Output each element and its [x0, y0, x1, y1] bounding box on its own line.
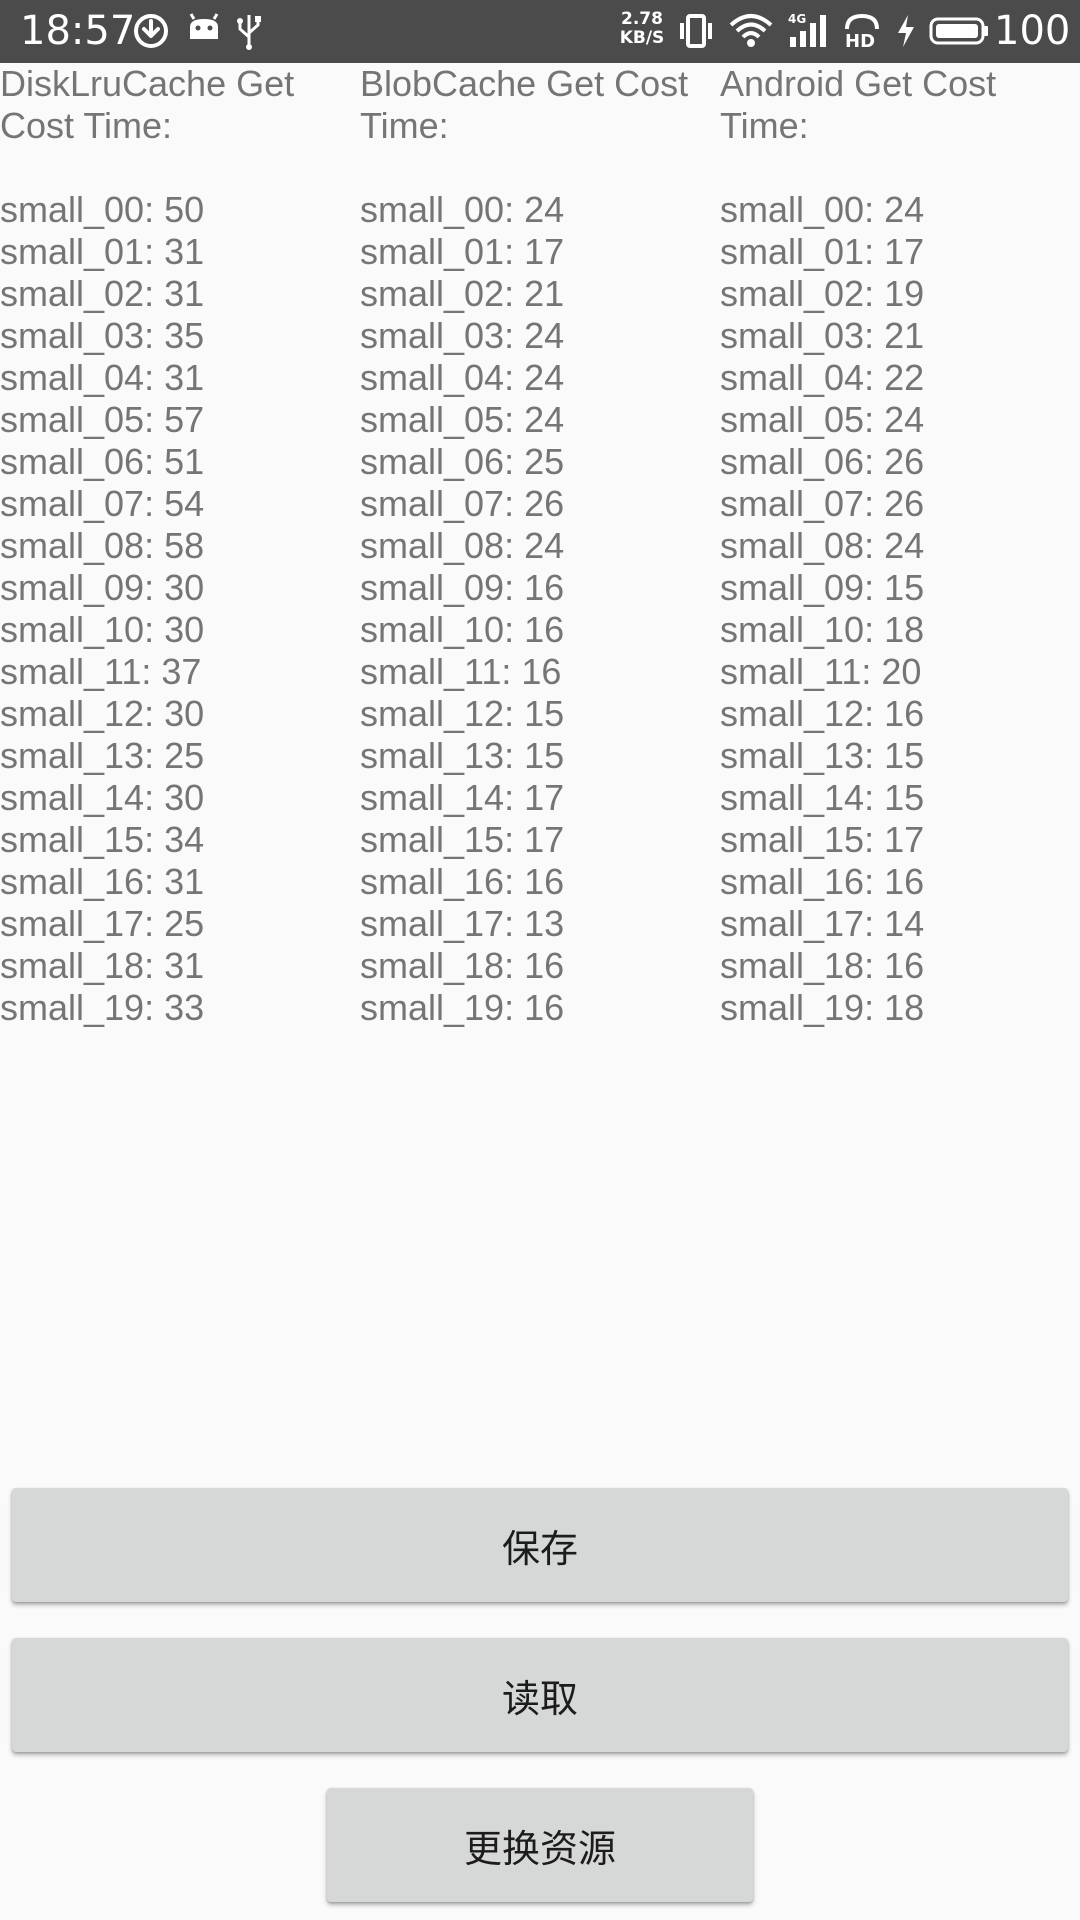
list-item: small_13: 25	[0, 735, 205, 776]
status-bar: 18:57 2.78 KB/S 4G HD 100	[0, 0, 1080, 63]
list-item: small_03: 24	[360, 315, 565, 356]
list-item: small_18: 16	[360, 945, 565, 986]
list-item: small_10: 30	[0, 609, 205, 650]
list-item: small_05: 24	[360, 399, 565, 440]
list-item: small_15: 34	[0, 819, 205, 860]
list-item: small_04: 31	[0, 357, 205, 398]
svg-text:HD: HD	[845, 31, 875, 51]
net-speed-unit: KB/S	[619, 28, 665, 48]
list-item: small_15: 17	[360, 819, 565, 860]
android-column: Android Get Cost Time: small_00: 24 small…	[720, 63, 1060, 1029]
list-item: small_17: 13	[360, 903, 565, 944]
list-item: small_08: 58	[0, 525, 205, 566]
hd-icon: HD	[845, 13, 879, 51]
list-item: small_01: 17	[720, 231, 925, 272]
svg-text:4G: 4G	[788, 12, 806, 26]
list-item: small_11: 16	[360, 651, 562, 692]
list-item: small_11: 20	[720, 651, 922, 692]
charging-icon	[898, 15, 914, 47]
list-item: small_04: 22	[720, 357, 925, 398]
list-item: small_12: 15	[360, 693, 565, 734]
list-item: small_07: 26	[720, 483, 925, 524]
list-item: small_17: 25	[0, 903, 205, 944]
change-resource-button[interactable]: 更换资源	[327, 1788, 753, 1902]
list-item: small_19: 16	[360, 987, 565, 1028]
list-item: small_01: 17	[360, 231, 565, 272]
list-item: small_06: 51	[0, 441, 205, 482]
list-item: small_00: 24	[360, 189, 565, 230]
list-item: small_08: 24	[360, 525, 565, 566]
list-item: small_16: 16	[360, 861, 565, 902]
list-item: small_01: 31	[0, 231, 205, 272]
list-item: small_13: 15	[360, 735, 565, 776]
list-item: small_03: 21	[720, 315, 925, 356]
list-item: small_13: 15	[720, 735, 925, 776]
list-item: small_02: 19	[720, 273, 925, 314]
list-item: small_08: 24	[720, 525, 925, 566]
list-item: small_12: 16	[720, 693, 925, 734]
list-item: small_14: 15	[720, 777, 925, 818]
column-header: BlobCache Get Cost Time:	[360, 63, 689, 146]
read-button[interactable]: 读取	[12, 1638, 1068, 1752]
list-item: small_06: 26	[720, 441, 925, 482]
list-item: small_06: 25	[360, 441, 565, 482]
list-item: small_05: 24	[720, 399, 925, 440]
save-button[interactable]: 保存	[12, 1488, 1068, 1602]
list-item: small_14: 17	[360, 777, 565, 818]
list-item: small_00: 24	[720, 189, 925, 230]
list-item: small_11: 37	[0, 651, 202, 692]
net-speed-value: 2.78	[621, 9, 663, 29]
list-item: small_17: 14	[720, 903, 925, 944]
list-item: small_15: 17	[720, 819, 925, 860]
column-header: Android Get Cost Time:	[720, 63, 997, 146]
list-item: small_19: 33	[0, 987, 205, 1028]
blobcache-column: BlobCache Get Cost Time: small_00: 24 sma…	[360, 63, 700, 1029]
list-item: small_18: 31	[0, 945, 205, 986]
list-item: small_04: 24	[360, 357, 565, 398]
battery-icon	[929, 17, 988, 45]
list-item: small_19: 18	[720, 987, 925, 1028]
net-speed: 2.78 KB/S	[618, 10, 666, 48]
disklrucache-column: DiskLruCache Get Cost Time: small_00: 50…	[0, 63, 340, 1029]
list-item: small_18: 16	[720, 945, 925, 986]
list-item: small_09: 15	[720, 567, 925, 608]
list-item: small_02: 21	[360, 273, 565, 314]
list-item: small_14: 30	[0, 777, 205, 818]
signal-4g-icon: 4G	[788, 12, 826, 47]
list-item: small_00: 50	[0, 189, 205, 230]
android-icon	[189, 13, 219, 39]
list-item: small_07: 54	[0, 483, 205, 524]
list-item: small_10: 16	[360, 609, 565, 650]
list-item: small_12: 30	[0, 693, 205, 734]
wifi-icon	[729, 14, 773, 47]
battery-level: 100	[994, 8, 1071, 54]
usb-icon	[237, 15, 261, 50]
list-item: small_09: 30	[0, 567, 205, 608]
list-item: small_02: 31	[0, 273, 205, 314]
column-header: DiskLruCache Get Cost Time:	[0, 63, 295, 146]
list-item: small_09: 16	[360, 567, 565, 608]
vibrate-icon	[680, 14, 712, 48]
list-item: small_16: 31	[0, 861, 205, 902]
download-icon	[134, 14, 168, 48]
cost-time-columns: DiskLruCache Get Cost Time: small_00: 50…	[0, 63, 1080, 1043]
status-time: 18:57	[20, 8, 136, 54]
list-item: small_03: 35	[0, 315, 205, 356]
list-item: small_16: 16	[720, 861, 925, 902]
list-item: small_05: 57	[0, 399, 205, 440]
list-item: small_07: 26	[360, 483, 565, 524]
list-item: small_10: 18	[720, 609, 925, 650]
